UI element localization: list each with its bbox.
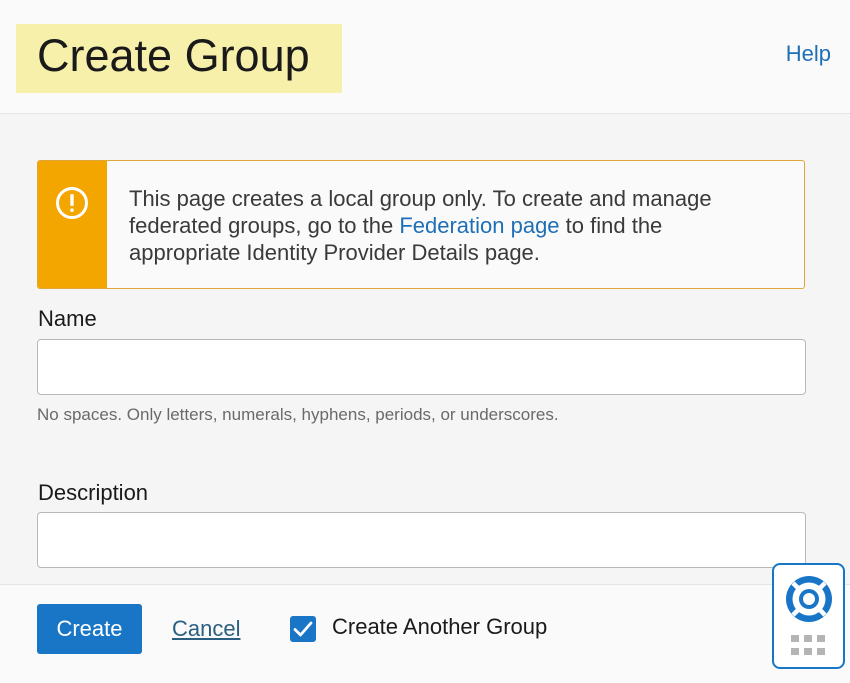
create-another-label[interactable]: Create Another Group xyxy=(332,614,547,640)
cancel-link[interactable]: Cancel xyxy=(172,616,240,642)
lifebuoy-icon xyxy=(786,576,832,622)
checkmark-icon xyxy=(293,621,313,637)
warning-banner: This page creates a local group only. To… xyxy=(37,160,805,289)
description-label: Description xyxy=(38,480,149,505)
warning-stripe xyxy=(38,161,107,288)
warning-message: This page creates a local group only. To… xyxy=(129,185,779,266)
create-button[interactable]: Create xyxy=(37,604,142,654)
page-header: Create Group Help xyxy=(0,0,850,114)
name-input[interactable] xyxy=(37,339,806,395)
page-title: Create Group xyxy=(37,30,310,81)
exclamation-circle-icon xyxy=(56,187,88,219)
federation-page-link[interactable]: Federation page xyxy=(399,213,559,238)
help-widget-button[interactable] xyxy=(772,563,845,669)
grid-dots-icon xyxy=(791,635,825,655)
description-input[interactable] xyxy=(37,512,806,568)
name-hint: No spaces. Only letters, numerals, hyphe… xyxy=(37,405,559,424)
form-footer: Create Cancel Create Another Group xyxy=(0,584,850,683)
help-link[interactable]: Help xyxy=(786,41,831,67)
name-label: Name xyxy=(38,306,97,331)
create-another-checkbox[interactable] xyxy=(290,616,316,642)
